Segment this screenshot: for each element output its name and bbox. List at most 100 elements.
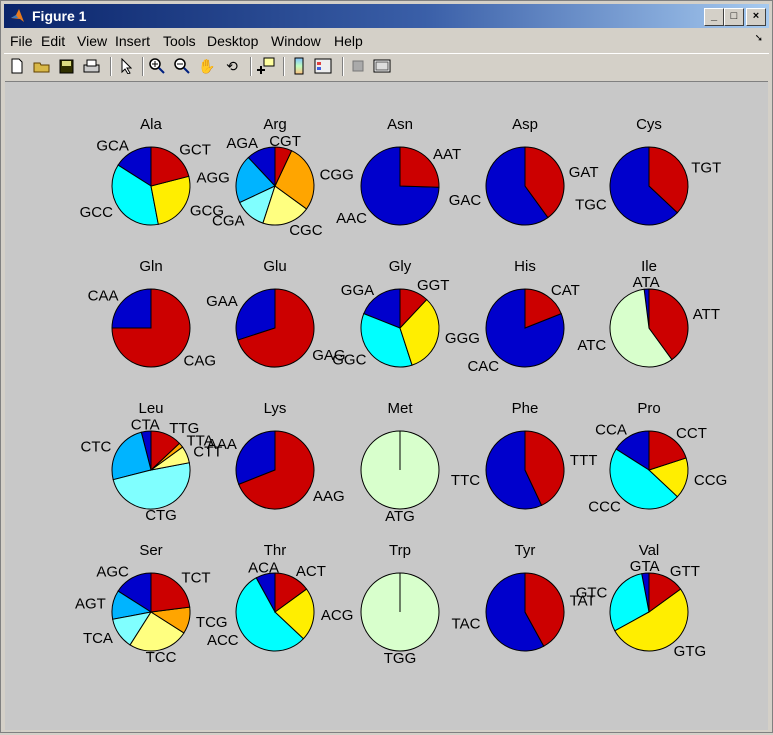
pie-label: AGA — [226, 135, 258, 152]
pie-label: CCC — [588, 498, 621, 515]
pie-gly: Gly GGA GGC GGG GGT — [332, 258, 480, 369]
pie-label: GAA — [206, 293, 238, 310]
menu-help[interactable]: Help — [334, 33, 363, 49]
pie-label: CGA — [212, 213, 245, 230]
save-icon[interactable] — [56, 56, 76, 76]
pie-label: AAC — [336, 210, 367, 227]
pie-label: CGT — [269, 133, 301, 150]
pie-label: ATC — [577, 337, 606, 354]
pie-label: ACG — [321, 607, 354, 624]
toolbar-divider — [142, 57, 144, 76]
pie-label: CAC — [467, 358, 499, 375]
pie-label: AAG — [313, 488, 345, 505]
dock-arrow-icon[interactable]: ➘ — [755, 33, 763, 44]
pie-label: GCC — [80, 204, 114, 221]
pie-title: Tyr — [515, 542, 536, 559]
pie-label: AAT — [433, 146, 461, 163]
rotate-3d-icon[interactable]: ⟲ — [222, 56, 242, 76]
pie-title: Glu — [263, 258, 286, 275]
pie-label: GCA — [96, 138, 129, 155]
toolbar-divider — [342, 57, 344, 76]
title-bar: Figure 1 _ □ × — [4, 4, 769, 28]
pie-slice-TGG — [360, 572, 440, 652]
pie-label: TAC — [452, 615, 481, 632]
pie-label: AGC — [96, 564, 129, 581]
pie-val: ValGTA GTC GTG GTT — [576, 542, 706, 660]
pie-label: TTC — [451, 472, 480, 489]
pie-title: Leu — [138, 400, 163, 417]
pie-label: GTG — [674, 643, 707, 660]
colorbar-icon[interactable] — [289, 56, 309, 76]
pie-label: TCC — [146, 649, 177, 666]
pie-thr: ThrACA ACC ACG ACT — [207, 542, 354, 652]
pie-label: GGC — [332, 352, 366, 369]
pan-hand-icon[interactable]: ✋ — [197, 56, 217, 76]
pie-gln: Gln CAA CAG — [88, 258, 216, 370]
pie-ser: Ser AGC AGT TCA TCC TCG TCT — [75, 542, 228, 666]
maximize-button[interactable]: □ — [724, 8, 744, 26]
pie-label: CAT — [551, 282, 580, 299]
pie-label: TCG — [196, 614, 228, 631]
pie-label: TGT — [691, 160, 721, 177]
pie-title: Phe — [512, 400, 539, 417]
matlab-logo-icon — [11, 9, 24, 22]
pie-label: GTC — [576, 584, 608, 601]
pie-label: AAA — [207, 436, 237, 453]
pie-his: His CAC CAT — [467, 258, 579, 375]
pie-label: GGA — [341, 282, 374, 299]
menu-window[interactable]: Window — [271, 33, 321, 49]
open-folder-icon[interactable] — [32, 56, 52, 76]
menu-insert[interactable]: Insert — [115, 33, 150, 49]
zoom-in-icon[interactable] — [147, 56, 167, 76]
pie-title: Asn — [387, 116, 413, 133]
pie-title: Arg — [263, 116, 286, 133]
pie-label: TGG — [384, 650, 417, 667]
pie-label: GGG — [445, 330, 480, 347]
pie-title: Pro — [637, 400, 660, 417]
select-arrow-icon[interactable] — [116, 56, 136, 76]
zoom-out-icon[interactable] — [172, 56, 192, 76]
pie-title: Ser — [139, 542, 162, 559]
close-button[interactable]: × — [746, 8, 766, 26]
toolbar-divider — [283, 57, 285, 76]
menu-view[interactable]: View — [77, 33, 107, 49]
show-plot-tools-icon[interactable] — [372, 56, 392, 76]
pie-title: Gly — [389, 258, 412, 275]
pie-arg: Arg AGA AGG CGA CGC CGG CGT — [196, 116, 353, 239]
pie-title: Met — [387, 400, 413, 417]
pie-met: Met ATG — [360, 400, 440, 525]
pie-chart-grid: AlaGCAGCC GCGGCTArgAGAAGGCGACGCCGGCGTAsnA… — [75, 116, 727, 667]
pie-label: GGT — [417, 277, 450, 294]
print-icon[interactable] — [81, 56, 101, 76]
pie-title: Asp — [512, 116, 538, 133]
pie-label: GAC — [449, 192, 482, 209]
menu-bar: File Edit View Insert Tools Desktop Wind… — [4, 30, 769, 52]
menu-file[interactable]: File — [10, 33, 33, 49]
menu-tools[interactable]: Tools — [163, 33, 196, 49]
pie-label: ATA — [633, 274, 660, 291]
pie-label: AGT — [75, 595, 106, 612]
hide-plot-tools-icon[interactable] — [348, 56, 368, 76]
pie-label: CTG — [145, 507, 177, 524]
new-file-icon[interactable] — [7, 56, 27, 76]
pie-trp: Trp TGG — [360, 542, 440, 667]
pie-label: AGG — [196, 169, 229, 186]
pie-phe: Phe TTC TTT — [451, 400, 598, 510]
pie-title: His — [514, 258, 536, 275]
pie-slice-ATG — [360, 430, 440, 510]
pie-asn: Asn AAC AAT — [336, 116, 461, 227]
minimize-button[interactable]: _ — [704, 8, 724, 26]
pie-title: Gln — [139, 258, 162, 275]
menu-edit[interactable]: Edit — [41, 33, 65, 49]
data-cursor-icon[interactable] — [256, 56, 276, 76]
menu-desktop[interactable]: Desktop — [207, 33, 258, 49]
pie-label: TGC — [575, 196, 607, 213]
toolbar: ✋ ⟲ — [4, 53, 769, 80]
legend-icon[interactable] — [313, 56, 333, 76]
pie-label: TTG — [169, 420, 199, 437]
pie-label: TTT — [570, 452, 598, 469]
pie-label: ACC — [207, 632, 239, 649]
pie-label: ATT — [693, 306, 720, 323]
toolbar-divider — [250, 57, 252, 76]
pie-label: GTT — [670, 563, 700, 580]
